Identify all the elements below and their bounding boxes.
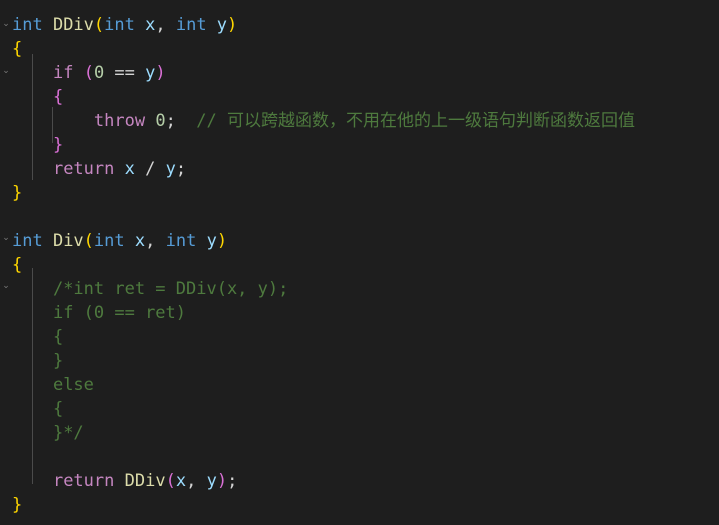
token-comment-inline: // 可以跨越函数，不用在他的上一级语句判断函数返回值 bbox=[175, 111, 636, 131]
token-semicolon: ; bbox=[165, 111, 176, 131]
fold-chevron-line-8[interactable]: ⌄ bbox=[1, 233, 11, 243]
token-keyword-int: int bbox=[175, 15, 217, 35]
token-param-x: x bbox=[145, 15, 156, 35]
fold-chevron-line-10[interactable]: ⌄ bbox=[1, 281, 11, 291]
token-paren-open-l2: ( bbox=[165, 471, 176, 491]
token-function-ddiv: DDiv bbox=[124, 471, 166, 491]
code-line-ddiv-return[interactable]: return x / y; bbox=[12, 152, 186, 188]
token-comment-block-line-7: }*/ bbox=[52, 423, 84, 443]
fold-chevron-line-3[interactable]: ⌄ bbox=[1, 66, 11, 76]
token-paren-close-l2: ) bbox=[155, 63, 166, 83]
token-variable-y: y bbox=[145, 63, 156, 83]
code-line-div-signature[interactable]: int Div(int x, int y) bbox=[12, 224, 227, 260]
token-param-y: y bbox=[216, 15, 228, 35]
token-param-y: y bbox=[206, 231, 217, 251]
token-operator-divide: / bbox=[134, 159, 166, 179]
token-variable-x: x bbox=[124, 159, 135, 179]
token-control-return: return bbox=[52, 471, 115, 491]
code-line-ddiv-signature[interactable]: int DDiv(int x, int y) bbox=[12, 8, 237, 44]
token-paren-open: ( bbox=[93, 15, 105, 35]
code-line-div-return[interactable]: return DDiv(x, y); bbox=[12, 464, 237, 500]
token-number-zero: 0 bbox=[93, 63, 105, 83]
code-line-throw-statement[interactable]: throw 0; // 可以跨越函数，不用在他的上一级语句判断函数返回值 bbox=[12, 104, 635, 140]
token-paren-close-l2: ) bbox=[216, 471, 228, 491]
token-variable-y: y bbox=[165, 159, 176, 179]
token-paren-close: ) bbox=[216, 231, 228, 251]
token-comma: , bbox=[155, 15, 176, 35]
token-brace-close-l1: } bbox=[12, 495, 23, 515]
code-editor[interactable]: ⌄ ⌄ ⌄ ⌄ int DDiv(int x, int y){ if (0 == y)… bbox=[0, 0, 719, 525]
token-paren-open-l2: ( bbox=[83, 63, 94, 83]
token-comma: , bbox=[186, 471, 207, 491]
token-keyword-int: int bbox=[93, 231, 135, 251]
token-paren-open: ( bbox=[83, 231, 94, 251]
fold-chevron-line-1[interactable]: ⌄ bbox=[1, 19, 11, 29]
fold-gutter[interactable]: ⌄ ⌄ ⌄ ⌄ bbox=[0, 0, 12, 525]
token-param-x: x bbox=[134, 231, 146, 251]
token-function-div: Div bbox=[52, 231, 84, 251]
token-keyword-int: int bbox=[104, 15, 146, 35]
token-argument-x: x bbox=[175, 471, 187, 491]
code-line-div-close-brace[interactable]: } bbox=[12, 488, 22, 524]
token-keyword-int: int bbox=[165, 231, 207, 251]
code-line-comment-block-end[interactable]: }*/ bbox=[12, 416, 84, 452]
token-semicolon: ; bbox=[227, 471, 238, 491]
token-argument-y: y bbox=[206, 471, 217, 491]
token-semicolon: ; bbox=[175, 159, 187, 179]
token-operator-equals: == bbox=[104, 63, 146, 83]
token-paren-close: ) bbox=[227, 15, 238, 35]
token-function-ddiv: DDiv bbox=[52, 15, 94, 35]
token-number-zero: 0 bbox=[155, 111, 166, 131]
token-comment-block-line-2: if (0 == ret) bbox=[52, 303, 187, 323]
token-control-throw: throw bbox=[93, 111, 146, 131]
token-comma: , bbox=[145, 231, 166, 251]
token-control-return: return bbox=[52, 159, 115, 179]
